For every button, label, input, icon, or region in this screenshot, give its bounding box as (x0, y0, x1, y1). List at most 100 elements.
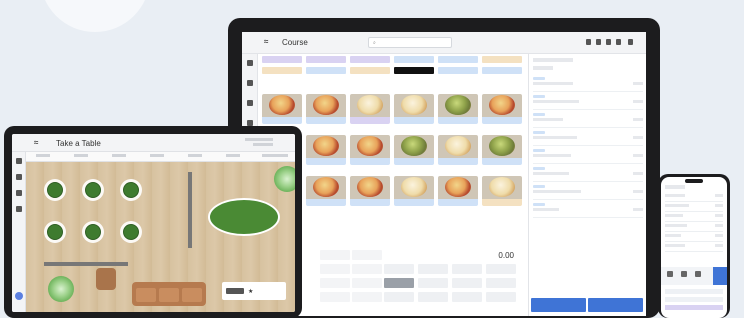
phone-order-line[interactable] (665, 223, 723, 232)
phone-list-item[interactable] (665, 297, 723, 302)
keypad-key[interactable] (452, 264, 482, 274)
phone-order-line[interactable] (665, 213, 723, 222)
product-tile[interactable] (438, 176, 478, 206)
keypad-key[interactable] (384, 292, 414, 302)
table-oval[interactable] (208, 198, 280, 236)
product-tile[interactable] (394, 135, 434, 165)
category-button[interactable] (262, 67, 302, 74)
toolbar-icon-3[interactable] (606, 39, 611, 45)
category-button[interactable] (438, 56, 478, 63)
area-tab[interactable] (112, 154, 126, 157)
area-tab[interactable] (262, 154, 288, 157)
order-line[interactable] (533, 166, 643, 182)
product-tile[interactable] (262, 94, 302, 124)
keypad-key[interactable] (418, 278, 448, 288)
category-button[interactable] (306, 56, 346, 63)
product-tile[interactable] (350, 135, 390, 165)
order-line[interactable] (533, 130, 643, 146)
product-tile[interactable] (306, 94, 346, 124)
phone-order-line[interactable] (665, 243, 723, 252)
search-input[interactable]: ⌕ (368, 37, 452, 48)
keypad-key[interactable] (452, 278, 482, 288)
tablet-nav-icon[interactable] (16, 206, 22, 212)
product-tile[interactable] (482, 176, 522, 206)
table-round[interactable] (80, 218, 106, 246)
keypad-key[interactable] (352, 292, 382, 302)
area-tab[interactable] (188, 154, 202, 157)
nav-icon-2[interactable] (247, 80, 253, 86)
category-button[interactable] (350, 56, 390, 63)
nav-icon-3[interactable] (247, 100, 253, 106)
keypad-key[interactable] (486, 278, 516, 288)
product-tile[interactable] (350, 94, 390, 124)
phone-order-line[interactable] (665, 203, 723, 212)
phone-order-line[interactable] (665, 233, 723, 242)
category-button[interactable] (482, 56, 522, 63)
category-button[interactable] (394, 56, 434, 63)
keypad-key[interactable] (320, 250, 350, 260)
product-tile[interactable] (438, 135, 478, 165)
keypad-key[interactable] (352, 278, 382, 288)
phone-nav-icon[interactable] (681, 271, 687, 277)
product-tile[interactable] (306, 135, 346, 165)
order-line[interactable] (533, 202, 643, 218)
keypad-key[interactable] (352, 250, 382, 260)
keypad-key[interactable] (452, 292, 482, 302)
keypad-key[interactable] (384, 278, 414, 288)
keypad-key[interactable] (320, 292, 350, 302)
toolbar-icon-4[interactable] (616, 39, 621, 45)
area-tab[interactable] (150, 154, 164, 157)
tablet-nav-icon[interactable] (16, 190, 22, 196)
table-round[interactable] (42, 176, 68, 204)
area-tab[interactable] (226, 154, 240, 157)
product-tile[interactable] (350, 176, 390, 206)
phone-nav-icon[interactable] (695, 271, 701, 277)
keypad-key[interactable] (384, 264, 414, 274)
keypad-key[interactable] (320, 264, 350, 274)
phone-list-item[interactable] (665, 305, 723, 310)
order-action-button-left[interactable] (531, 298, 586, 312)
category-button[interactable] (394, 67, 434, 74)
order-line[interactable] (533, 148, 643, 164)
product-tile[interactable] (394, 94, 434, 124)
keypad-key[interactable] (352, 264, 382, 274)
table-round[interactable] (42, 218, 68, 246)
table-round[interactable] (80, 176, 106, 204)
product-tile[interactable] (482, 94, 522, 124)
keypad-key[interactable] (418, 292, 448, 302)
menu-icon[interactable] (628, 39, 633, 45)
phone-list-item[interactable] (665, 289, 723, 294)
product-tile[interactable] (306, 176, 346, 206)
tablet-app-logo: ≈ (34, 138, 39, 147)
product-tile[interactable] (394, 176, 434, 206)
product-tile[interactable] (482, 135, 522, 165)
tablet-nav-icon[interactable] (16, 158, 22, 164)
category-button[interactable] (350, 67, 390, 74)
toolbar-icon-2[interactable] (596, 39, 601, 45)
order-line[interactable] (533, 94, 643, 110)
toolbar-icon-1[interactable] (586, 39, 591, 45)
category-button[interactable] (482, 67, 522, 74)
category-button[interactable] (438, 67, 478, 74)
table-round[interactable] (118, 176, 144, 204)
nav-icon-1[interactable] (247, 60, 253, 66)
table-round[interactable] (118, 218, 144, 246)
phone-order-line[interactable] (665, 193, 723, 202)
product-tile[interactable] (438, 94, 478, 124)
keypad-key[interactable] (486, 292, 516, 302)
order-line[interactable] (533, 76, 643, 92)
tablet-nav-icon[interactable] (16, 174, 22, 180)
category-button[interactable] (262, 56, 302, 63)
order-line[interactable] (533, 184, 643, 200)
area-tab[interactable] (74, 154, 88, 157)
category-button[interactable] (306, 67, 346, 74)
tablet-action-button[interactable] (15, 292, 23, 300)
area-tab[interactable] (36, 154, 50, 157)
phone-nav-icon[interactable] (667, 271, 673, 277)
keypad-key[interactable] (418, 264, 448, 274)
order-line[interactable] (533, 112, 643, 128)
keypad-key[interactable] (486, 264, 516, 274)
keypad-key[interactable] (320, 278, 350, 288)
order-action-button-right[interactable] (588, 298, 643, 312)
phone-nav-active-tab[interactable] (713, 267, 727, 285)
